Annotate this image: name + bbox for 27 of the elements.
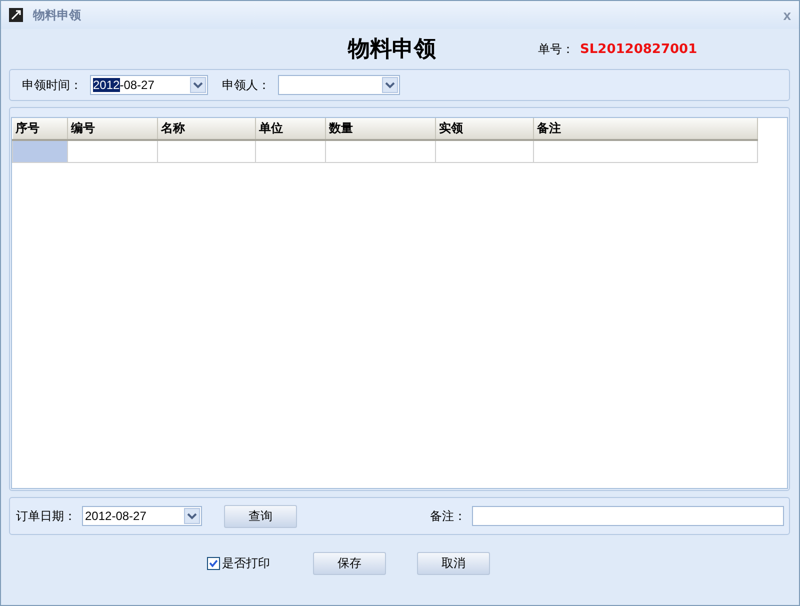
- app-icon: [9, 8, 23, 22]
- checkmark-icon: [209, 559, 218, 568]
- order-date-field[interactable]: 2012-08-27: [82, 506, 202, 526]
- applicant-label: 申领人：: [222, 76, 270, 94]
- save-button[interactable]: 保存: [313, 552, 386, 575]
- note-field[interactable]: [472, 506, 784, 526]
- column-header[interactable]: 实领: [436, 118, 534, 140]
- query-button[interactable]: 查询: [224, 504, 297, 528]
- form-title: 物料申领: [348, 36, 437, 64]
- note-label: 备注：: [430, 508, 466, 524]
- order-date-label: 订单日期：: [16, 508, 76, 524]
- window-title: 物料申领: [33, 6, 82, 24]
- column-header[interactable]: 名称: [158, 118, 256, 140]
- column-header[interactable]: 编号: [68, 118, 158, 140]
- column-header[interactable]: 序号: [12, 118, 68, 140]
- column-header[interactable]: 备注: [534, 118, 758, 140]
- time-label: 申领时间：: [22, 76, 82, 94]
- order-number: SL20120827001: [580, 42, 698, 56]
- cancel-button[interactable]: 取消: [417, 552, 490, 575]
- print-label: 是否打印: [222, 555, 270, 572]
- applicant-field[interactable]: [278, 75, 400, 95]
- order-number-label: 单号：: [538, 40, 574, 58]
- column-header[interactable]: 单位: [256, 118, 326, 140]
- print-checkbox[interactable]: [207, 557, 220, 570]
- table-cell: [256, 140, 326, 162]
- column-header[interactable]: 数量: [326, 118, 436, 140]
- date-field[interactable]: 2012-08-27: [90, 75, 208, 95]
